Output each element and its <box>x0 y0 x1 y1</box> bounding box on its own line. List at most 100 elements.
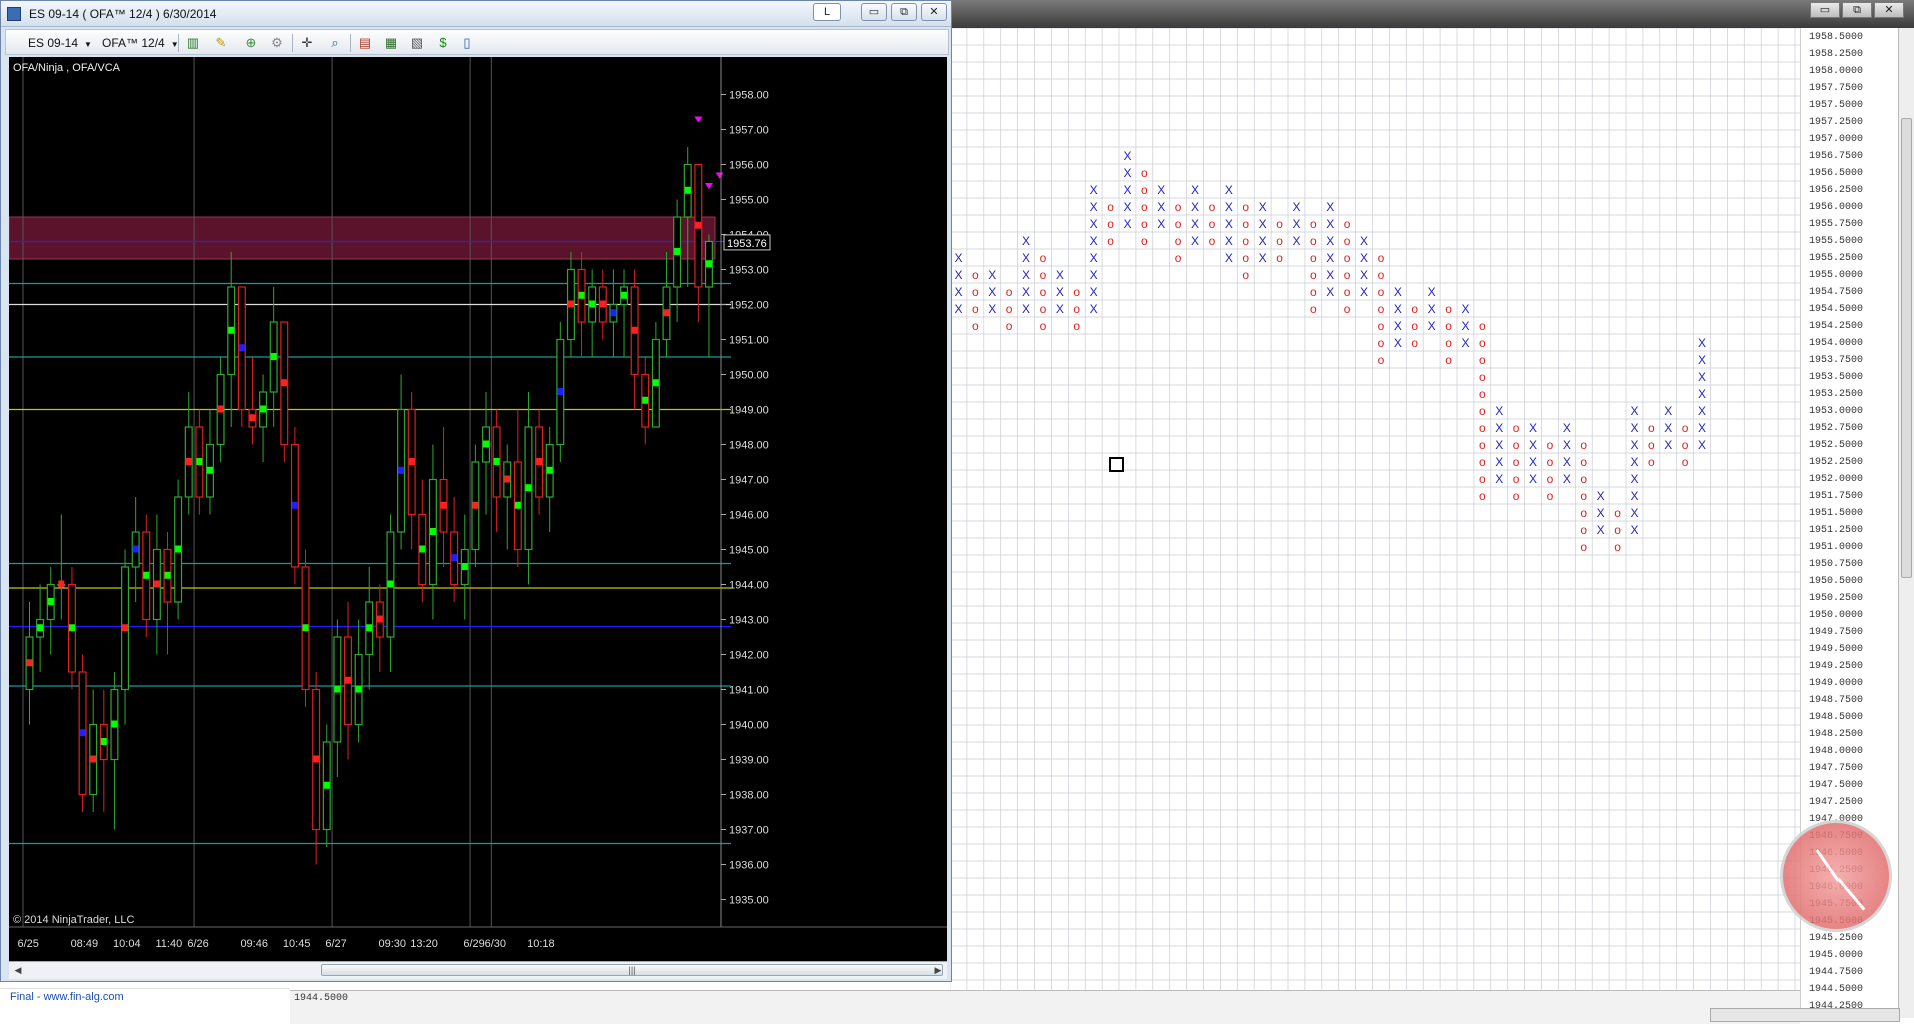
list-icon[interactable]: ▯ <box>458 34 476 52</box>
x-box: X <box>1259 234 1267 248</box>
o-box: o <box>1411 336 1418 350</box>
add-indicator-icon[interactable]: ⊕ <box>242 34 260 52</box>
chart-trader-icon[interactable]: ▧ <box>408 34 426 52</box>
order-flow-marker <box>26 659 33 667</box>
y-tick-label: 1949.00 <box>729 405 769 417</box>
pf-price-label: 1950.0000 <box>1809 610 1864 621</box>
x-box: X <box>1529 421 1537 435</box>
instrument-dropdown[interactable]: ES 09-14 ▼ <box>24 34 96 52</box>
x-box: X <box>1394 319 1402 333</box>
link-button[interactable]: L <box>813 3 841 21</box>
dollar-icon[interactable]: $ <box>434 34 452 52</box>
x-box: X <box>988 268 996 282</box>
y-tick-label: 1953.00 <box>729 265 769 277</box>
x-box: X <box>1326 268 1334 282</box>
order-flow-marker <box>376 615 383 623</box>
x-box: X <box>1326 217 1334 231</box>
o-box: o <box>1310 234 1317 248</box>
pf-price-label: 1957.0000 <box>1809 134 1864 145</box>
x-tick-label: 6/25 <box>17 938 38 950</box>
o-box: o <box>1141 200 1148 214</box>
y-tick-label: 1955.00 <box>729 195 769 207</box>
x-box: X <box>954 302 962 316</box>
x-box: X <box>1495 438 1503 452</box>
o-box: o <box>1175 200 1182 214</box>
properties-icon[interactable]: ▦ <box>382 34 400 52</box>
o-box: o <box>1175 217 1182 231</box>
x-box: X <box>1495 472 1503 486</box>
point-figure-bottom-bar: 1944.5000 <box>290 990 1800 1024</box>
selection-square[interactable] <box>1109 457 1124 472</box>
x-box: X <box>1090 200 1098 214</box>
o-box: o <box>1580 523 1587 537</box>
chart-window[interactable]: ES 09-14 ( OFA™ 12/4 ) 6/30/2014 L ▭ ⧉ ✕… <box>0 0 952 982</box>
order-flow-marker <box>217 405 224 413</box>
x-tick-label: 09:46 <box>240 938 268 950</box>
chart-toolbar: ES 09-14 ▼ OFA™ 12/4 ▼ ▥ ✎ ⊕ ⚙ ✛ ⌕ ▤ ▦ ▧ $… <box>5 29 949 55</box>
order-flow-marker <box>164 571 171 579</box>
x-box: X <box>1563 455 1571 469</box>
x-box: X <box>1428 285 1436 299</box>
order-flow-marker <box>472 501 479 509</box>
scroll-left-icon[interactable]: ◀ <box>11 964 25 976</box>
x-tick-label: 10:45 <box>283 938 311 950</box>
o-box: o <box>1614 540 1621 554</box>
minimize-button[interactable]: ▭ <box>861 3 887 21</box>
pf-price-label: 1957.7500 <box>1809 83 1864 94</box>
o-box: o <box>1040 319 1047 333</box>
vertical-scrollbar[interactable] <box>1898 28 1914 1018</box>
order-flow-marker <box>631 326 638 334</box>
x-box: X <box>1157 200 1165 214</box>
order-flow-marker <box>429 528 436 535</box>
o-box: o <box>1310 285 1317 299</box>
window-title-bar[interactable]: ES 09-14 ( OFA™ 12/4 ) 6/30/2014 L ▭ ⧉ ✕ <box>1 1 951 27</box>
background-close-button[interactable]: ✕ <box>1874 2 1904 18</box>
close-button[interactable]: ✕ <box>921 3 947 21</box>
strategy-icon[interactable]: ⚙ <box>268 34 286 52</box>
x-box: X <box>954 251 962 265</box>
data-box-icon[interactable]: ▤ <box>356 34 374 52</box>
order-flow-marker <box>206 466 213 474</box>
pf-price-label: 1949.0000 <box>1809 678 1864 689</box>
x-box: X <box>1495 421 1503 435</box>
pf-price-label: 1951.5000 <box>1809 508 1864 519</box>
o-box: o <box>1682 438 1689 452</box>
app-icon <box>7 7 21 21</box>
order-flow-marker <box>58 580 65 588</box>
o-box: o <box>1242 268 1249 282</box>
bar-style-icon[interactable]: ▥ <box>184 34 202 52</box>
chart-scroll-thumb[interactable]: ||| <box>321 964 943 976</box>
x-box: X <box>1123 183 1131 197</box>
x-box: X <box>1664 438 1672 452</box>
point-figure-chart[interactable]: XXXXooooXXXoooXXXXXoooooXXXoooXXXXXXXXoo… <box>950 28 1800 990</box>
o-box: o <box>1411 319 1418 333</box>
o-box: o <box>972 268 979 282</box>
interval-dropdown[interactable]: OFA™ 12/4 ▼ <box>98 34 183 52</box>
pencil-icon[interactable]: ✎ <box>212 34 230 52</box>
horizontal-scrollbar[interactable] <box>1710 1008 1900 1022</box>
order-flow-marker <box>483 440 490 448</box>
o-box: o <box>1141 166 1148 180</box>
o-box: o <box>1378 285 1385 299</box>
pf-price-label: 1944.7500 <box>1809 967 1864 978</box>
background-minimize-button[interactable]: ▭ <box>1810 2 1840 18</box>
clock-widget[interactable] <box>1780 820 1892 932</box>
pf-price-label: 1956.2500 <box>1809 185 1864 196</box>
o-box: o <box>1310 302 1317 316</box>
background-maximize-button[interactable]: ⧉ <box>1842 2 1872 18</box>
o-box: o <box>1479 404 1486 418</box>
order-flow-marker <box>100 738 107 745</box>
zoom-icon[interactable]: ⌕ <box>326 34 344 52</box>
vertical-scroll-thumb[interactable] <box>1901 118 1912 578</box>
y-tick-label: 1935.00 <box>729 895 769 907</box>
candlestick-chart[interactable]: 1958.001957.001956.001955.001954.001953.… <box>8 57 947 961</box>
o-box: o <box>1547 489 1554 503</box>
x-box: X <box>1630 489 1638 503</box>
restore-button[interactable]: ⧉ <box>891 3 917 21</box>
y-tick-label: 1940.00 <box>729 720 769 732</box>
vendor-link[interactable]: Final - www.fin-alg.com <box>10 991 124 1003</box>
chart-horizontal-scrollbar[interactable]: ◀ ||| ▶ <box>9 961 947 979</box>
scroll-right-icon[interactable]: ▶ <box>931 964 945 976</box>
crosshair-icon[interactable]: ✛ <box>298 34 316 52</box>
x-box: X <box>1326 234 1334 248</box>
